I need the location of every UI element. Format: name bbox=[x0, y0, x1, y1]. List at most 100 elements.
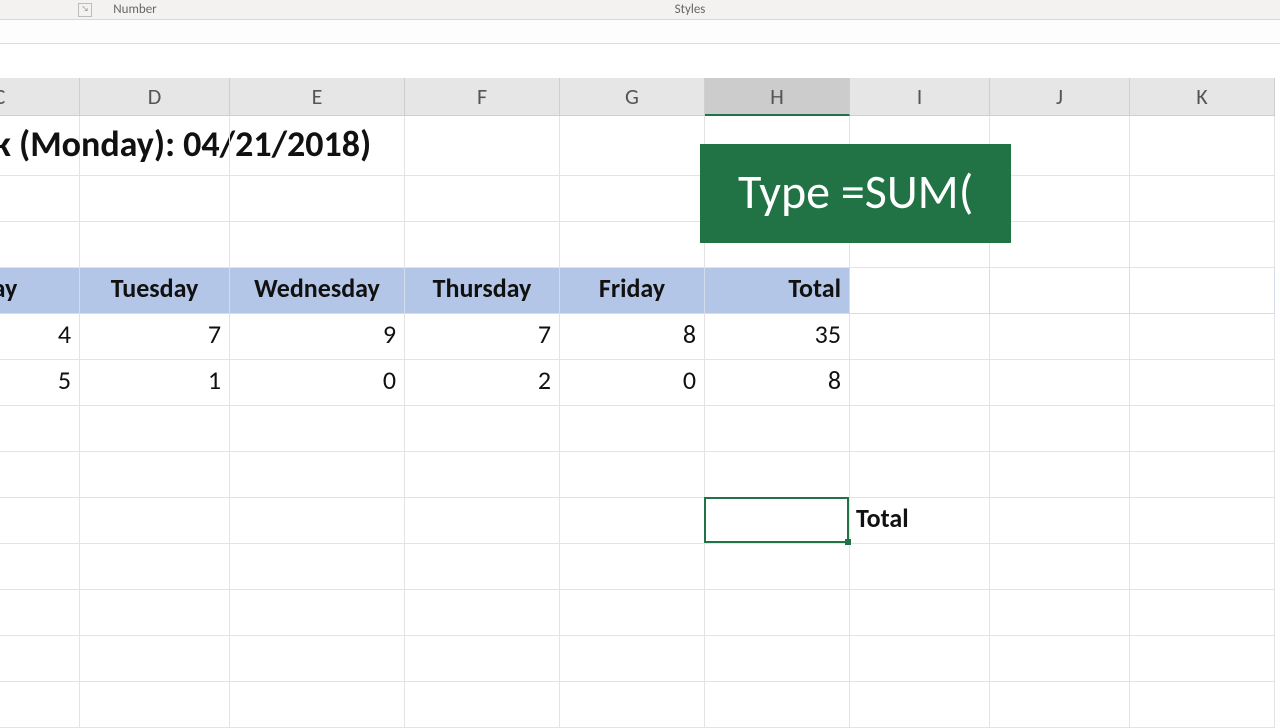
cell[interactable] bbox=[990, 498, 1130, 544]
cell[interactable] bbox=[80, 176, 230, 222]
cell[interactable] bbox=[560, 590, 705, 636]
cell[interactable] bbox=[405, 682, 560, 728]
cell[interactable] bbox=[405, 590, 560, 636]
cell[interactable] bbox=[0, 452, 80, 498]
cell[interactable] bbox=[80, 406, 230, 452]
cell[interactable] bbox=[1130, 406, 1275, 452]
cell[interactable] bbox=[1130, 544, 1275, 590]
cell[interactable] bbox=[230, 682, 405, 728]
cell[interactable] bbox=[230, 116, 405, 176]
cell[interactable] bbox=[705, 452, 850, 498]
cell[interactable] bbox=[1130, 176, 1275, 222]
col-header-J[interactable]: J bbox=[990, 78, 1130, 116]
spreadsheet-grid[interactable]: C D E F G H I J K Week (Monday): 04/21/2… bbox=[0, 78, 1280, 728]
cell[interactable] bbox=[405, 176, 560, 222]
cell-mon[interactable]: 5 bbox=[0, 360, 80, 406]
cell[interactable] bbox=[0, 222, 80, 268]
cell[interactable] bbox=[405, 636, 560, 682]
cell[interactable] bbox=[705, 636, 850, 682]
col-header-F[interactable]: F bbox=[405, 78, 560, 116]
cell-tue[interactable]: 1 bbox=[80, 360, 230, 406]
table-header-monday[interactable]: Monday bbox=[0, 268, 80, 314]
cell[interactable] bbox=[990, 452, 1130, 498]
cell[interactable] bbox=[80, 222, 230, 268]
cell[interactable] bbox=[560, 406, 705, 452]
cell[interactable] bbox=[0, 590, 80, 636]
cell[interactable] bbox=[405, 116, 560, 176]
cell[interactable] bbox=[1130, 116, 1275, 176]
cell-wed[interactable]: 9 bbox=[230, 314, 405, 360]
cell[interactable] bbox=[705, 682, 850, 728]
cell[interactable] bbox=[80, 116, 230, 176]
cell[interactable] bbox=[560, 636, 705, 682]
col-header-H[interactable]: H bbox=[705, 78, 850, 116]
cell[interactable] bbox=[990, 544, 1130, 590]
table-header-tuesday[interactable]: Tuesday bbox=[80, 268, 230, 314]
cell[interactable] bbox=[560, 116, 705, 176]
active-cell[interactable] bbox=[705, 498, 850, 544]
cell[interactable] bbox=[990, 314, 1130, 360]
cell[interactable] bbox=[990, 268, 1130, 314]
cell[interactable] bbox=[405, 544, 560, 590]
cell[interactable] bbox=[0, 544, 80, 590]
col-header-I[interactable]: I bbox=[850, 78, 990, 116]
cell-tue[interactable]: 7 bbox=[80, 314, 230, 360]
cell[interactable] bbox=[560, 682, 705, 728]
cell[interactable] bbox=[560, 222, 705, 268]
cell[interactable] bbox=[850, 682, 990, 728]
cell[interactable] bbox=[850, 544, 990, 590]
cell[interactable] bbox=[560, 498, 705, 544]
cell[interactable] bbox=[560, 452, 705, 498]
cell[interactable] bbox=[230, 544, 405, 590]
cell[interactable] bbox=[405, 222, 560, 268]
cell[interactable] bbox=[0, 636, 80, 682]
cell-fri[interactable]: 8 bbox=[560, 314, 705, 360]
cell[interactable] bbox=[990, 406, 1130, 452]
cell[interactable] bbox=[850, 360, 990, 406]
total-label[interactable]: Total bbox=[850, 498, 990, 544]
cell[interactable] bbox=[1130, 268, 1275, 314]
cell[interactable] bbox=[560, 176, 705, 222]
table-header-thursday[interactable]: Thursday bbox=[405, 268, 560, 314]
cell[interactable] bbox=[0, 682, 80, 728]
cell[interactable] bbox=[80, 498, 230, 544]
cell[interactable] bbox=[1130, 682, 1275, 728]
cell-mon[interactable]: 4 bbox=[0, 314, 80, 360]
cell[interactable] bbox=[990, 682, 1130, 728]
cell[interactable] bbox=[80, 452, 230, 498]
cell[interactable] bbox=[850, 636, 990, 682]
table-header-friday[interactable]: Friday bbox=[560, 268, 705, 314]
cell[interactable] bbox=[1130, 360, 1275, 406]
cell[interactable] bbox=[560, 544, 705, 590]
cell[interactable] bbox=[1130, 222, 1275, 268]
cell-total[interactable]: 8 bbox=[705, 360, 850, 406]
cell[interactable] bbox=[1130, 636, 1275, 682]
cell[interactable] bbox=[230, 176, 405, 222]
cell[interactable] bbox=[405, 452, 560, 498]
cell-thu[interactable]: 7 bbox=[405, 314, 560, 360]
cell[interactable]: Week (Monday): 04/21/2018) bbox=[0, 116, 80, 176]
cell[interactable] bbox=[850, 314, 990, 360]
cell-thu[interactable]: 2 bbox=[405, 360, 560, 406]
cell[interactable] bbox=[1130, 590, 1275, 636]
col-header-D[interactable]: D bbox=[80, 78, 230, 116]
cell[interactable] bbox=[80, 682, 230, 728]
cell[interactable] bbox=[705, 406, 850, 452]
col-header-C[interactable]: C bbox=[0, 78, 80, 116]
cell[interactable] bbox=[405, 498, 560, 544]
cell[interactable] bbox=[990, 636, 1130, 682]
cell[interactable] bbox=[230, 636, 405, 682]
cell[interactable] bbox=[80, 636, 230, 682]
cell[interactable] bbox=[80, 544, 230, 590]
cell[interactable] bbox=[850, 406, 990, 452]
cell[interactable] bbox=[990, 360, 1130, 406]
table-header-total[interactable]: Total bbox=[705, 268, 850, 314]
cell[interactable] bbox=[850, 452, 990, 498]
cell-wed[interactable]: 0 bbox=[230, 360, 405, 406]
cell[interactable] bbox=[1130, 452, 1275, 498]
cell[interactable] bbox=[405, 406, 560, 452]
cell[interactable] bbox=[0, 406, 80, 452]
cell[interactable] bbox=[0, 176, 80, 222]
dialog-launcher-icon[interactable]: ↘ bbox=[78, 3, 92, 17]
cell-fri[interactable]: 0 bbox=[560, 360, 705, 406]
